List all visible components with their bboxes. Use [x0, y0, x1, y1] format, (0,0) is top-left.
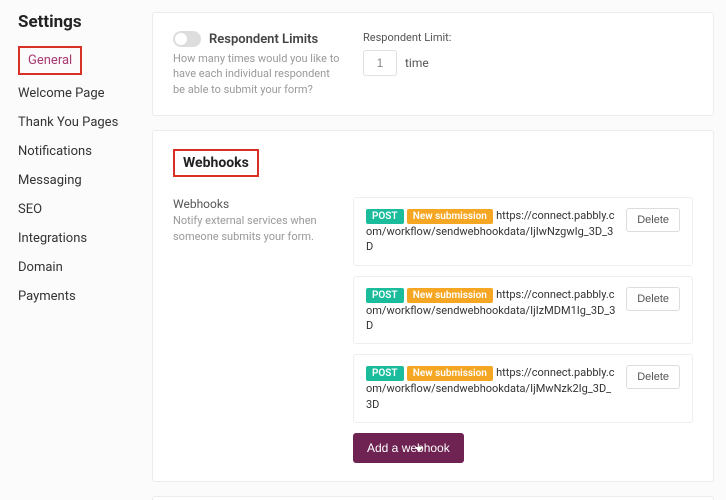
- sidebar-item-seo[interactable]: SEO: [18, 195, 140, 224]
- respondent-limit-unit: time: [405, 56, 429, 70]
- add-webhook-button[interactable]: Add a webhook: [353, 433, 464, 463]
- page-title: Settings: [18, 12, 140, 32]
- sidebar-item-domain[interactable]: Domain: [18, 253, 140, 282]
- delete-webhook-button[interactable]: Delete: [626, 365, 680, 389]
- event-badge: New submission: [407, 288, 493, 303]
- respondent-limits-card: Respondent Limits How many times would y…: [152, 12, 714, 116]
- webhook-row: POST New submission https://connect.pabb…: [353, 354, 693, 423]
- webhooks-sublabel: Webhooks: [173, 197, 333, 211]
- url-parameters-card: URL Parameters Parameters: [152, 496, 714, 500]
- webhooks-title: Webhooks: [173, 149, 259, 177]
- sidebar-item-notifications[interactable]: Notifications: [18, 137, 140, 166]
- respondent-limits-description: How many times would you like to have ea…: [173, 51, 343, 97]
- webhooks-card: Webhooks Webhooks Notify external servic…: [152, 130, 714, 482]
- event-badge: New submission: [407, 366, 493, 381]
- respondent-limits-toggle[interactable]: [173, 31, 201, 47]
- method-badge: POST: [366, 288, 404, 303]
- sidebar-item-general[interactable]: General: [18, 46, 82, 75]
- event-badge: New submission: [407, 209, 493, 224]
- sidebar-item-messaging[interactable]: Messaging: [18, 166, 140, 195]
- webhooks-description: Notify external services when someone su…: [173, 213, 333, 244]
- delete-webhook-button[interactable]: Delete: [626, 287, 680, 311]
- method-badge: POST: [366, 209, 404, 224]
- sidebar-item-integrations[interactable]: Integrations: [18, 224, 140, 253]
- delete-webhook-button[interactable]: Delete: [626, 208, 680, 232]
- webhook-row: POST New submission https://connect.pabb…: [353, 197, 693, 266]
- respondent-limit-field-label: Respondent Limit:: [363, 31, 693, 44]
- method-badge: POST: [366, 366, 404, 381]
- respondent-limits-label: Respondent Limits: [209, 32, 318, 47]
- sidebar-item-welcome[interactable]: Welcome Page: [18, 79, 140, 108]
- sidebar-item-thankyou[interactable]: Thank You Pages: [18, 108, 140, 137]
- webhook-row: POST New submission https://connect.pabb…: [353, 276, 693, 345]
- respondent-limit-input[interactable]: [363, 50, 397, 76]
- sidebar-item-payments[interactable]: Payments: [18, 282, 140, 311]
